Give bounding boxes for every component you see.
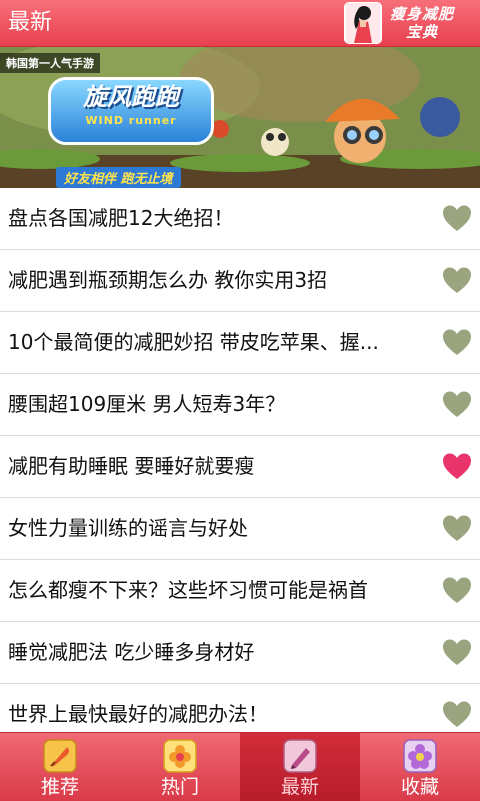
flower-icon — [163, 739, 197, 773]
tab-label: 收藏 — [400, 776, 439, 798]
heart-icon[interactable] — [442, 390, 472, 418]
tab-latest[interactable]: 最新 — [240, 733, 360, 801]
article-title: 腰围超109厘米 男人短寿3年？ — [8, 392, 286, 416]
article-title: 10个最简便的减肥妙招 带皮吃苹果、握... — [8, 330, 379, 354]
game-ad-banner[interactable]: 韩国第一人气手游 旋风跑跑 WIND runner 好友相伴 跑无止境 — [0, 47, 480, 188]
list-item[interactable]: 女性力量训练的谣言与好处 — [0, 498, 480, 560]
app-logo: 瘦身减肥 宝典 — [344, 2, 472, 44]
heart-favorited-icon[interactable] — [442, 452, 472, 480]
article-title: 女性力量训练的谣言与好处 — [8, 516, 248, 540]
bottom-tab-bar: 推荐 热门 最新 收藏 — [0, 732, 480, 801]
tab-hot[interactable]: 热门 — [120, 733, 240, 801]
article-title: 盘点各国减肥12大绝招！ — [8, 206, 234, 230]
heart-icon[interactable] — [442, 638, 472, 666]
article-title: 世界上最快最好的减肥办法！ — [8, 702, 268, 726]
list-item[interactable]: 怎么都瘦不下来？这些坏习惯可能是祸首 — [0, 560, 480, 622]
list-item[interactable]: 减肥遇到瓶颈期怎么办 教你实用3招 — [0, 250, 480, 312]
heart-icon[interactable] — [442, 514, 472, 542]
list-item[interactable]: 盘点各国减肥12大绝招！ — [0, 188, 480, 250]
tab-favorites[interactable]: 收藏 — [360, 733, 480, 801]
logo-text: 瘦身减肥 宝典 — [390, 5, 454, 41]
tab-label: 推荐 — [40, 776, 79, 798]
heart-icon[interactable] — [442, 204, 472, 232]
article-title: 减肥有助睡眠 要睡好就要瘦 — [8, 454, 255, 478]
banner-tag: 韩国第一人气手游 — [0, 53, 100, 73]
page-title: 最新 — [8, 10, 53, 35]
article-title: 减肥遇到瓶颈期怎么办 教你实用3招 — [8, 268, 328, 292]
article-list: 盘点各国减肥12大绝招！ 减肥遇到瓶颈期怎么办 教你实用3招 10个最简便的减肥… — [0, 188, 480, 746]
tab-recommend[interactable]: 推荐 — [0, 733, 120, 801]
heart-icon[interactable] — [442, 700, 472, 728]
list-item[interactable]: 10个最简便的减肥妙招 带皮吃苹果、握... — [0, 312, 480, 374]
article-title: 怎么都瘦不下来？这些坏习惯可能是祸首 — [8, 578, 368, 602]
heart-icon[interactable] — [442, 576, 472, 604]
game-logo: 旋风跑跑 WIND runner — [48, 77, 214, 145]
article-title: 睡觉减肥法 吃少睡多身材好 — [8, 640, 255, 664]
star-flower-icon — [403, 739, 437, 773]
tab-label: 最新 — [280, 776, 319, 798]
logo-text-line2: 宝典 — [406, 23, 439, 41]
banner-slogan: 好友相伴 跑无止境 — [56, 167, 181, 188]
app-header: 最新 瘦身减肥 宝典 — [0, 0, 480, 47]
heart-icon[interactable] — [442, 266, 472, 294]
list-item[interactable]: 腰围超109厘米 男人短寿3年？ — [0, 374, 480, 436]
pen-icon — [283, 739, 317, 773]
logo-text-line1: 瘦身减肥 — [390, 5, 455, 23]
heart-icon[interactable] — [442, 328, 472, 356]
woman-silhouette-icon — [344, 2, 382, 44]
list-item[interactable]: 睡觉减肥法 吃少睡多身材好 — [0, 622, 480, 684]
list-item[interactable]: 减肥有助睡眠 要睡好就要瘦 — [0, 436, 480, 498]
game-title-en: WIND runner — [85, 114, 177, 127]
tab-label: 热门 — [160, 776, 199, 798]
quill-icon — [43, 739, 77, 773]
game-title-cn: 旋风跑跑 — [83, 83, 179, 111]
